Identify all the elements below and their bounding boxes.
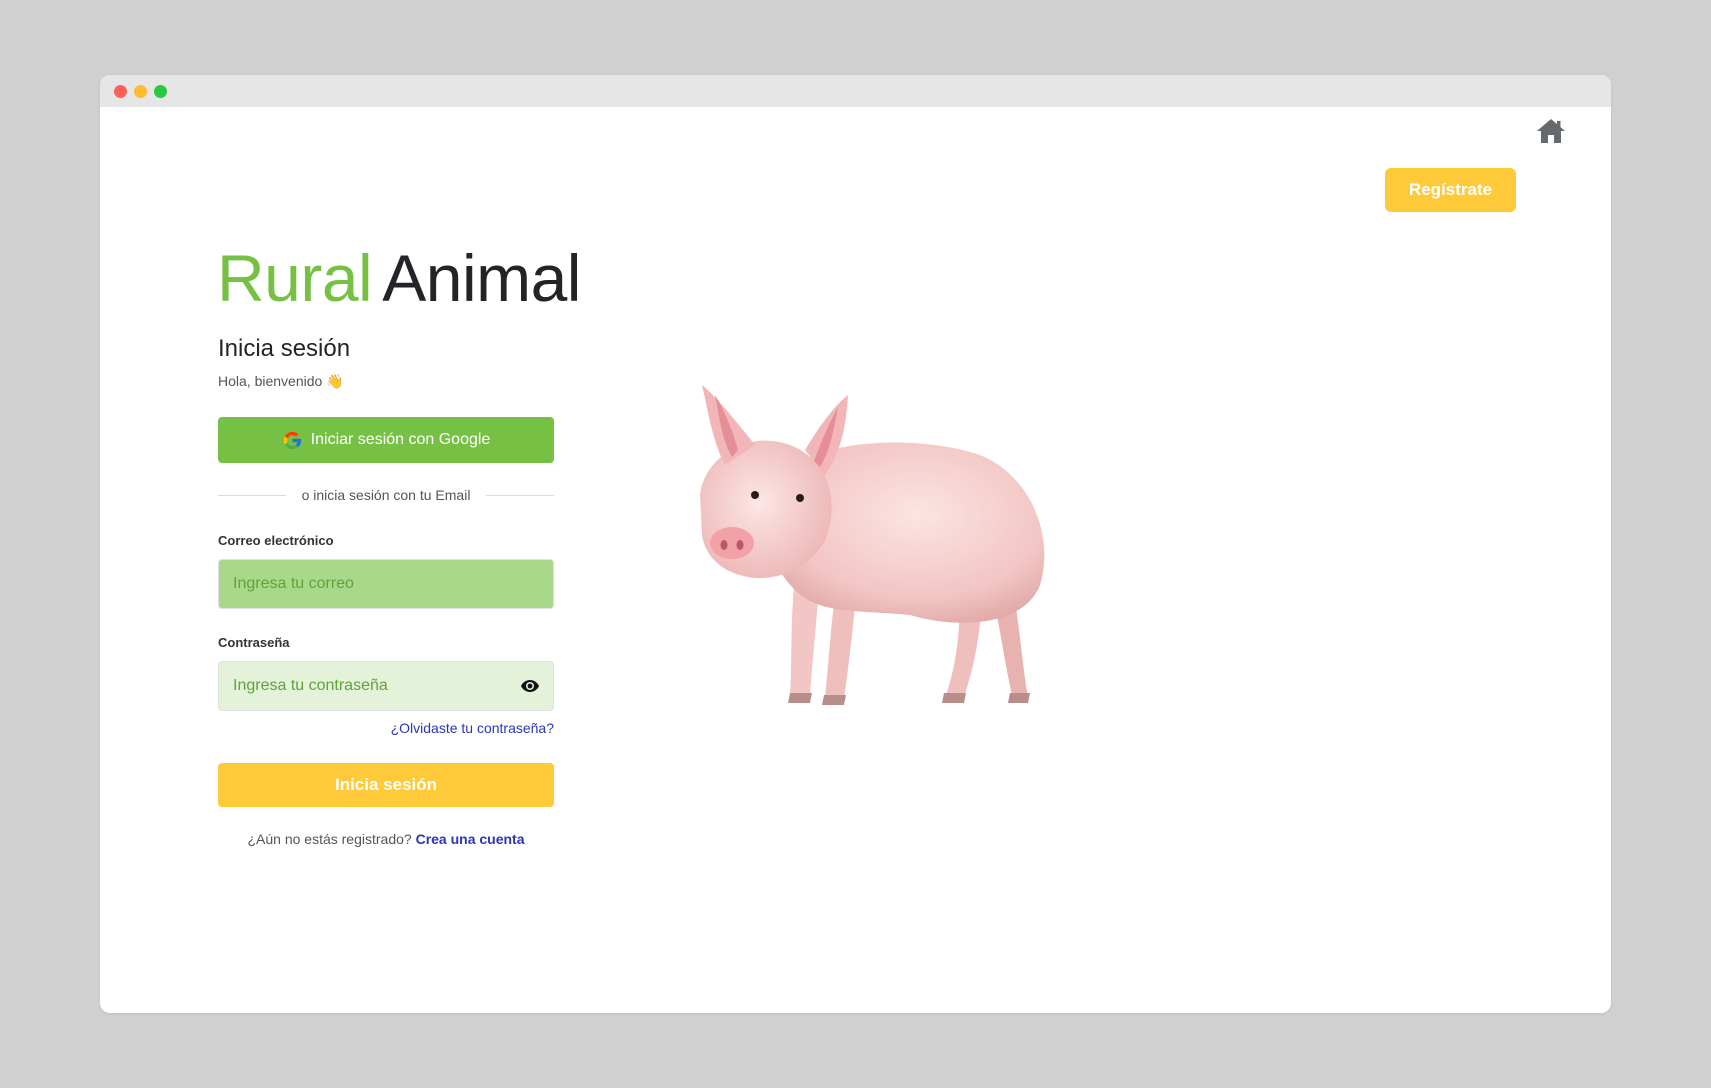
welcome-text: Hola, bienvenido 👋: [218, 373, 344, 389]
title-bar: [100, 75, 1611, 107]
password-input[interactable]: [218, 661, 554, 711]
google-login-label: Iniciar sesión con Google: [310, 431, 491, 448]
signup-prompt-text: ¿Aún no estás registrado?: [247, 831, 412, 847]
create-account-link[interactable]: Crea una cuenta: [416, 831, 525, 847]
eye-icon[interactable]: [521, 679, 539, 693]
maximize-window-button[interactable]: [154, 85, 167, 98]
brand-name-animal: Animal: [382, 241, 581, 315]
page-title: Inicia sesión: [218, 335, 351, 362]
minimize-window-button[interactable]: [134, 85, 147, 98]
email-label: Correo electrónico: [218, 533, 334, 548]
brand-name-rural: Rural: [217, 241, 373, 315]
divider-line-right: [486, 494, 554, 496]
signup-prompt: ¿Aún no estás registrado? Crea una cuent…: [218, 831, 554, 847]
password-label: Contraseña: [218, 635, 290, 650]
brand-logo: Rural Animal: [217, 245, 581, 311]
google-icon: [283, 431, 301, 449]
google-login-button[interactable]: Iniciar sesión con Google: [218, 417, 554, 463]
login-submit-button[interactable]: Inicia sesión: [218, 763, 554, 807]
divider-line-left: [218, 494, 286, 496]
close-window-button[interactable]: [114, 85, 127, 98]
email-input[interactable]: [218, 559, 554, 609]
or-divider: o inicia sesión con tu Email: [218, 485, 554, 505]
browser-window: Regístrate Rural Animal Inicia sesión Hol…: [100, 75, 1611, 1013]
home-icon[interactable]: [1536, 117, 1566, 145]
pig-image: [700, 385, 1045, 705]
register-button[interactable]: Regístrate: [1385, 168, 1516, 212]
divider-text: o inicia sesión con tu Email: [301, 487, 471, 503]
forgot-password-link[interactable]: ¿Olvidaste tu contraseña?: [354, 720, 554, 736]
